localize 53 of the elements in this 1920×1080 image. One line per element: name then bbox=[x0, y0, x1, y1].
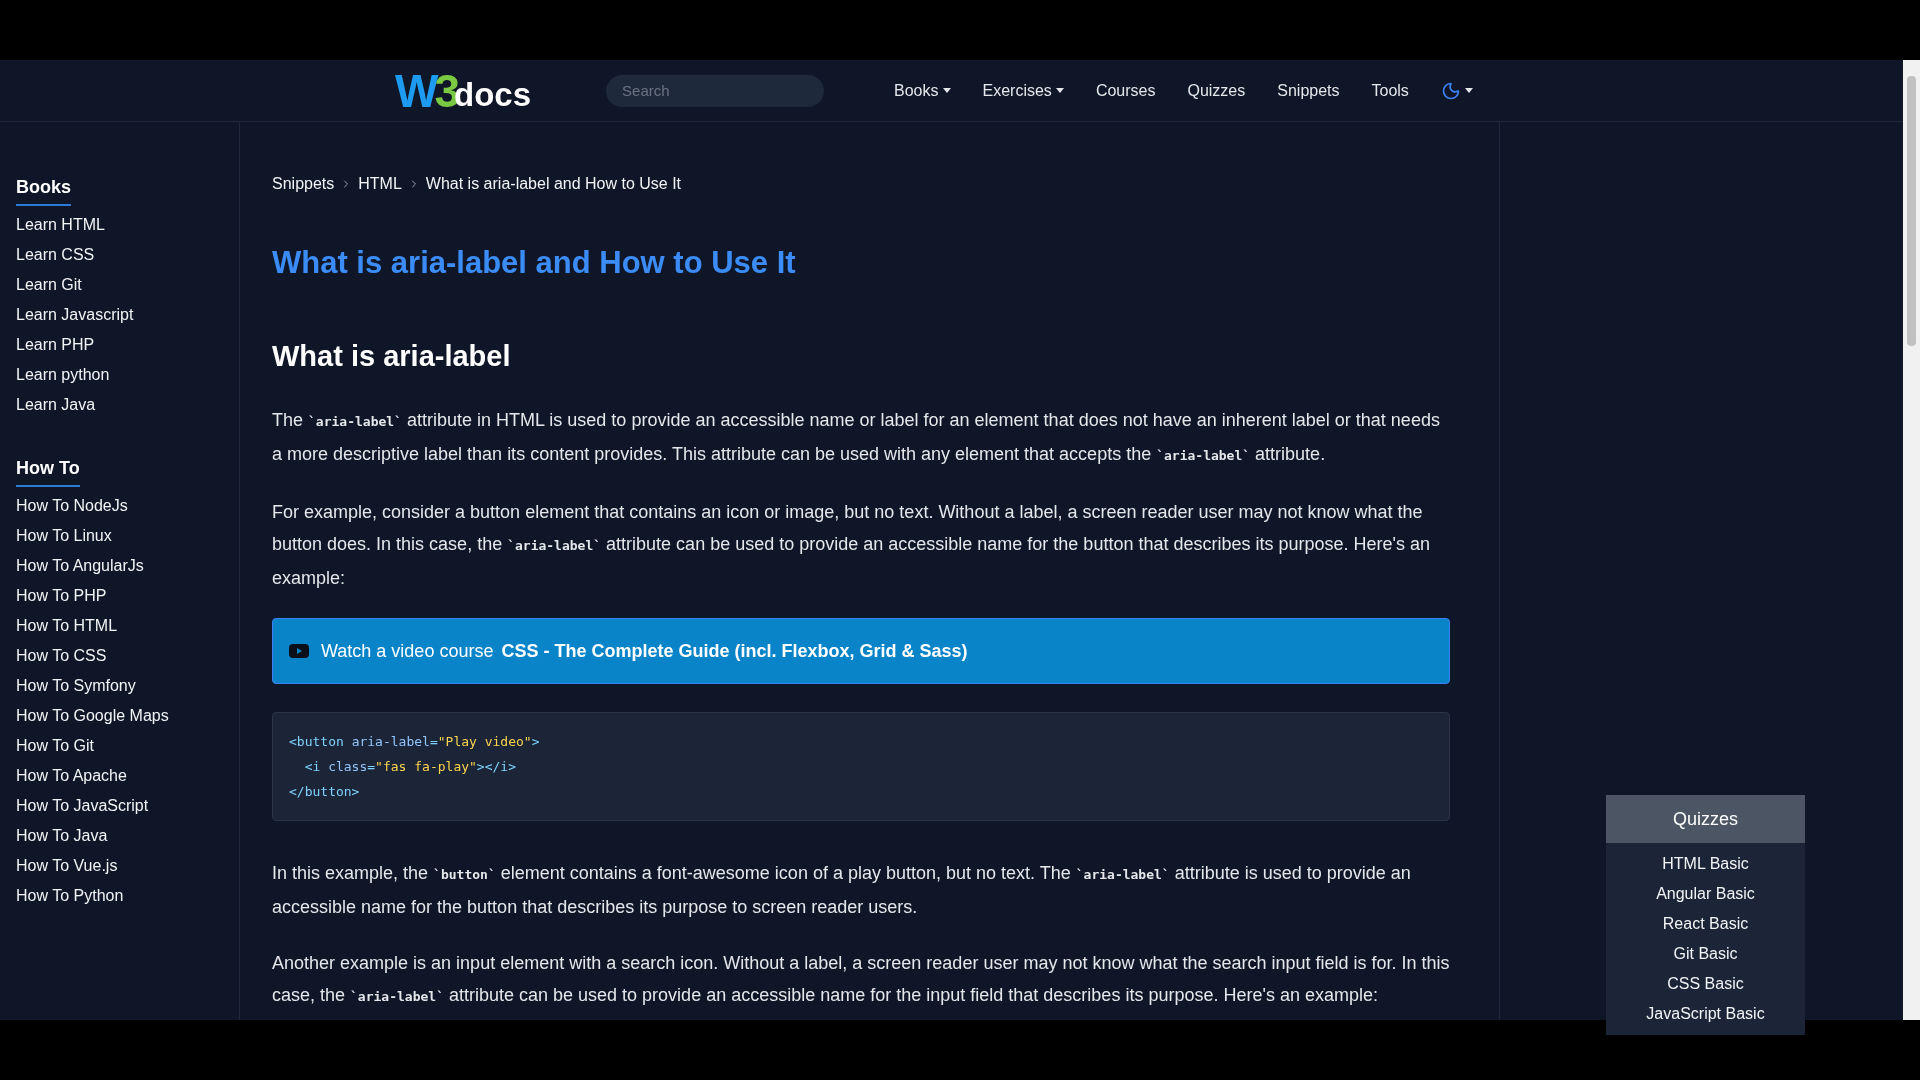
paragraph: Another example is an input element with a search icon. Without a label, a screen reader user may not know what the search input field is for. In this case, the `aria-label` attribute can be used to provide an accessible name for the input field that describes its purpose. Here's an example: bbox=[272, 952, 1450, 1007]
quiz-link[interactable]: React Basic bbox=[1662, 909, 1749, 939]
sidebar-link[interactable]: How To Vue.js bbox=[16, 851, 118, 881]
sidebar-link[interactable]: How To Linux bbox=[16, 521, 112, 551]
quiz-link[interactable]: JavaScript Basic bbox=[1646, 999, 1765, 1029]
banner-text: Watch a video course bbox=[321, 639, 494, 663]
course-link[interactable]: CSS - The Complete Guide (incl. Flexbox, Grid & Sass) bbox=[501, 637, 968, 665]
sidebar-link[interactable]: Learn PHP bbox=[16, 330, 95, 360]
sidebar-link[interactable]: How To JavaScript bbox=[16, 791, 149, 821]
sidebar-link[interactable]: How To Symfony bbox=[16, 671, 136, 701]
nav-link[interactable]: Courses bbox=[1095, 78, 1156, 103]
sidebar-heading: Books bbox=[16, 174, 71, 206]
sidebar-link[interactable]: How To PHP bbox=[16, 581, 107, 611]
sidebar-link[interactable]: Learn python bbox=[16, 360, 110, 390]
theme-toggle[interactable] bbox=[1440, 80, 1473, 101]
paragraph: For example, consider a button element that contains an icon or image, but no text. Without a label, a screen reader user may not know what the button does. In this case, the `aria-label` attribute can be used to provide an accessible name for the button that describes its purpose. Here's an example: bbox=[272, 501, 1431, 590]
section-heading: What is aria-label bbox=[272, 338, 511, 374]
panel-heading: Quizzes bbox=[1606, 795, 1805, 843]
code-block: <button aria-label="Play video"> <i class="fas fa-play"></i> </button> bbox=[272, 712, 1450, 821]
sidebar-link[interactable]: How To NodeJs bbox=[16, 491, 128, 521]
quiz-link[interactable]: Angular Basic bbox=[1656, 879, 1755, 909]
site-logo[interactable]: W3docs bbox=[395, 67, 532, 114]
sidebar-heading: How To bbox=[16, 455, 80, 487]
sidebar-link[interactable]: How To AngularJs bbox=[16, 551, 144, 581]
sidebar-link[interactable]: Learn Git bbox=[16, 270, 82, 300]
sidebar-link[interactable]: Learn Javascript bbox=[16, 300, 134, 330]
quiz-link[interactable]: Git Basic bbox=[1673, 939, 1738, 969]
paragraph: The `aria-label` attribute in HTML is used to provide an accessible name or label for an element that does not have an inherent label or that needs a more descriptive label than its content provides. This attribute can be used with any element that accepts the `aria-label` attribute. bbox=[272, 409, 1441, 466]
quiz-link[interactable]: CSS Basic bbox=[1667, 969, 1744, 999]
sidebar-link[interactable]: How To CSS bbox=[16, 641, 107, 671]
sidebar-link[interactable]: How To Google Maps bbox=[16, 701, 169, 731]
quiz-link[interactable]: HTML Basic bbox=[1662, 849, 1749, 879]
scrollbar[interactable] bbox=[1903, 60, 1920, 1020]
sidebar-link[interactable]: How To Apache bbox=[16, 761, 127, 791]
breadcrumb-link[interactable]: What is aria-label and How to Use It bbox=[425, 172, 682, 196]
nav-link[interactable]: Quizzes bbox=[1187, 78, 1246, 103]
nav-link[interactable]: Snippets bbox=[1277, 78, 1340, 103]
search-field[interactable]: Search bbox=[606, 74, 825, 107]
sidebar-link[interactable]: How To Git bbox=[16, 731, 94, 761]
breadcrumb-link[interactable]: HTML bbox=[358, 172, 402, 196]
sidebar-link[interactable]: How To Python bbox=[16, 881, 124, 911]
nav-link[interactable]: Tools bbox=[1371, 78, 1409, 103]
sidebar-link[interactable]: How To Java bbox=[16, 821, 108, 851]
video-play-icon bbox=[289, 644, 309, 658]
nav-link[interactable]: Exercises bbox=[982, 78, 1064, 103]
sidebar-link[interactable]: Learn HTML bbox=[16, 210, 105, 240]
page-title: What is aria-label and How to Use It bbox=[272, 244, 796, 282]
sidebar-link[interactable]: Learn CSS bbox=[16, 240, 95, 270]
sidebar-link[interactable]: Learn Java bbox=[16, 390, 96, 420]
sidebar-link[interactable]: How To HTML bbox=[16, 611, 118, 641]
breadcrumb-link[interactable]: Snippets bbox=[272, 172, 335, 196]
paragraph: In this example, the `button` element contains a font-awesome icon of a play button, but no text. The `aria-label` attribute is used to provide an accessible name for the button that describes its purpose to screen reader users. bbox=[272, 862, 1412, 919]
nav-link[interactable]: Books bbox=[894, 78, 951, 103]
